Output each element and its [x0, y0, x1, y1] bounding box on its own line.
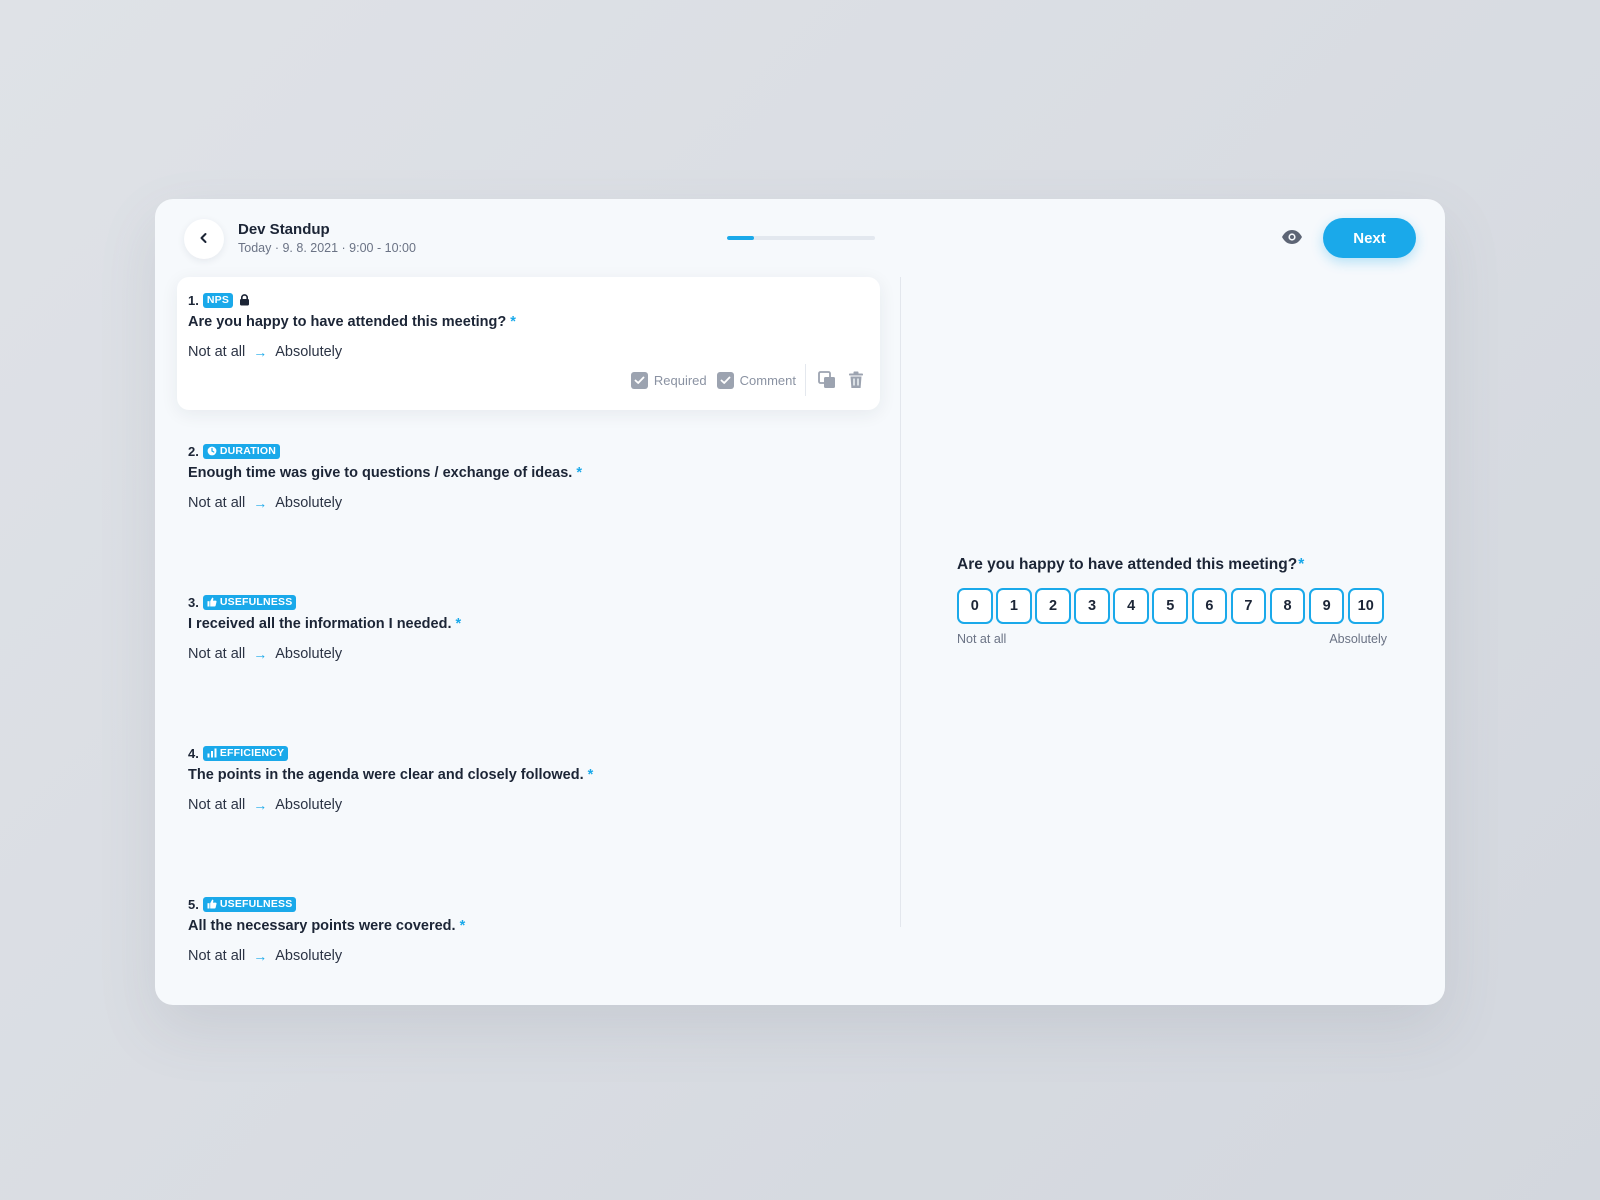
- panel-divider: [900, 277, 901, 927]
- scale-labels: Not at all → Absolutely: [188, 646, 343, 662]
- header: Dev Standup Today · 9. 8. 2021 · 9:00 - …: [155, 199, 1445, 279]
- progress-fill: [727, 236, 754, 240]
- question-card-1[interactable]: 1. NPS Are you happy to have attended th…: [177, 277, 880, 410]
- question-text: The points in the agenda were clear and …: [188, 767, 594, 783]
- nps-option-7[interactable]: 7: [1230, 588, 1267, 624]
- nps-high-label: Absolutely: [1329, 632, 1387, 646]
- nps-scale-labels: Not at all Absolutely: [957, 632, 1387, 646]
- survey-card: Dev Standup Today · 9. 8. 2021 · 9:00 - …: [155, 199, 1445, 1005]
- progress-bar: [727, 236, 875, 240]
- toolbar-divider: [805, 364, 806, 396]
- nps-option-5[interactable]: 5: [1152, 588, 1189, 624]
- arrow-right-icon: →: [253, 797, 268, 813]
- scale-labels: Not at all → Absolutely: [188, 797, 343, 813]
- back-button[interactable]: [184, 219, 224, 259]
- question-card-4[interactable]: 4. EFFICIENCY The points in the agenda w…: [177, 730, 880, 863]
- question-number: 2.: [188, 443, 199, 459]
- comment-checkbox[interactable]: Comment: [716, 371, 796, 389]
- check-icon: [716, 371, 734, 389]
- question-tag-badge: NPS: [202, 292, 234, 308]
- check-icon: [630, 371, 648, 389]
- thumbs-up-icon: [207, 899, 217, 909]
- question-text: I received all the information I needed.…: [188, 616, 462, 632]
- scale-labels: Not at all → Absolutely: [188, 344, 343, 360]
- question-text: Are you happy to have attended this meet…: [188, 314, 516, 330]
- question-text: All the necessary points were covered. *: [188, 918, 466, 934]
- question-number: 3.: [188, 594, 199, 610]
- meeting-title: Dev Standup: [238, 221, 330, 238]
- question-tag-badge: USEFULNESS: [202, 594, 297, 610]
- question-card-3[interactable]: 3. USEFULNESS I received all the informa…: [177, 579, 880, 712]
- arrow-right-icon: →: [253, 344, 268, 360]
- required-asterisk: *: [587, 767, 594, 783]
- required-asterisk: *: [455, 616, 462, 632]
- required-asterisk: *: [576, 465, 582, 481]
- lock-icon: [239, 294, 250, 306]
- scale-labels: Not at all → Absolutely: [188, 948, 343, 964]
- thumbs-up-icon: [207, 597, 217, 607]
- nps-option-1[interactable]: 1: [996, 588, 1032, 624]
- question-text: Enough time was give to questions / exch…: [188, 465, 582, 481]
- nps-option-6[interactable]: 6: [1191, 588, 1228, 624]
- bar-chart-icon: [207, 748, 217, 758]
- scale-labels: Not at all → Absolutely: [188, 495, 343, 511]
- question-number: 4.: [188, 745, 199, 761]
- meeting-subtitle: Today · 9. 8. 2021 · 9:00 - 10:00: [238, 241, 416, 255]
- question-tag-badge: USEFULNESS: [202, 896, 297, 912]
- arrow-right-icon: →: [253, 495, 268, 511]
- preview-toggle[interactable]: [1279, 226, 1305, 252]
- nps-option-0[interactable]: 0: [957, 588, 993, 624]
- nps-option-4[interactable]: 4: [1113, 588, 1149, 624]
- required-checkbox[interactable]: Required: [630, 371, 707, 389]
- nps-option-2[interactable]: 2: [1035, 588, 1071, 624]
- question-number: 5.: [188, 896, 199, 912]
- next-button[interactable]: Next: [1323, 218, 1416, 258]
- required-asterisk: *: [459, 918, 466, 934]
- nps-low-label: Not at all: [957, 632, 1007, 646]
- trash-icon[interactable]: [848, 371, 864, 389]
- nps-option-10[interactable]: 10: [1347, 588, 1384, 624]
- arrow-right-icon: →: [253, 948, 268, 964]
- arrow-right-icon: →: [253, 646, 268, 662]
- chevron-left-icon: [198, 232, 210, 247]
- question-tag-badge: DURATION: [202, 443, 281, 459]
- question-toolbar: Required Comment: [621, 364, 864, 396]
- question-number: 1.: [188, 292, 199, 308]
- nps-scale: 0 1 2 3 4 5 6 7 8 9 10: [957, 588, 1387, 624]
- duplicate-icon[interactable]: [818, 371, 836, 389]
- nps-option-8[interactable]: 8: [1269, 588, 1306, 624]
- question-card-2[interactable]: 2. DURATION Enough time was give to ques…: [177, 428, 880, 561]
- question-tag-badge: EFFICIENCY: [202, 745, 289, 761]
- nps-option-9[interactable]: 9: [1308, 588, 1345, 624]
- preview-question-text: Are you happy to have attended this meet…: [957, 556, 1305, 573]
- eye-icon: [1281, 229, 1303, 250]
- question-card-5[interactable]: 5. USEFULNESS All the necessary points w…: [177, 881, 880, 1014]
- question-preview: Are you happy to have attended this meet…: [957, 556, 1387, 646]
- clock-icon: [207, 446, 217, 456]
- nps-option-3[interactable]: 3: [1074, 588, 1110, 624]
- required-asterisk: *: [1298, 556, 1305, 573]
- required-asterisk: *: [510, 314, 516, 330]
